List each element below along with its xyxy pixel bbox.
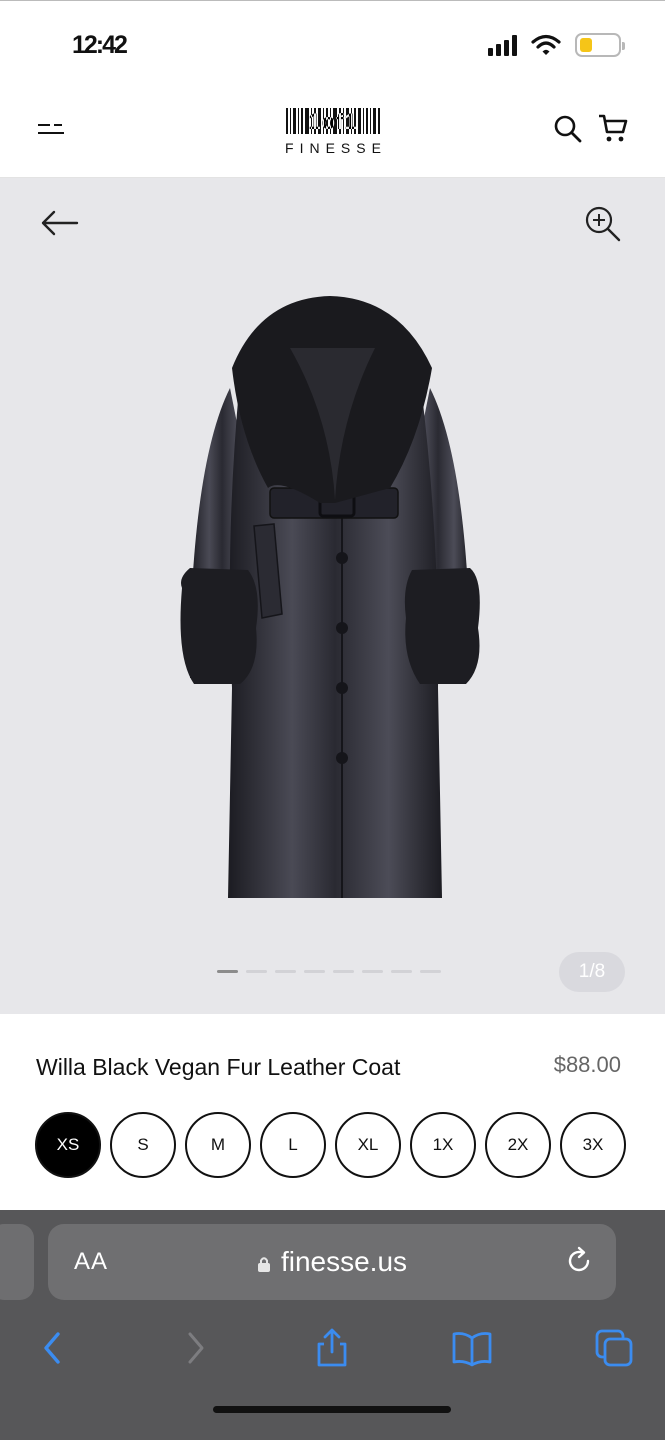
size-option-m[interactable]: M bbox=[185, 1112, 251, 1178]
zoom-in-icon[interactable] bbox=[583, 204, 623, 244]
size-option-3x[interactable]: 3X bbox=[560, 1112, 626, 1178]
status-time: 12:42 bbox=[72, 31, 128, 59]
home-indicator bbox=[213, 1406, 451, 1413]
url-text: finesse.us bbox=[280, 1246, 408, 1277]
cellular-signal-icon bbox=[488, 34, 517, 56]
forward-icon[interactable] bbox=[176, 1328, 216, 1368]
battery-icon bbox=[575, 33, 625, 57]
size-option-xs[interactable]: XS bbox=[35, 1112, 101, 1178]
size-option-2x[interactable]: 2X bbox=[485, 1112, 551, 1178]
product-title: Willa Black Vegan Fur Leather Coat bbox=[36, 1054, 401, 1080]
pagination-dot[interactable] bbox=[304, 970, 325, 973]
size-option-1x[interactable]: 1X bbox=[410, 1112, 476, 1178]
gallery-back-arrow-icon[interactable] bbox=[40, 208, 80, 238]
cart-icon[interactable] bbox=[597, 112, 629, 144]
size-option-xl[interactable]: XL bbox=[335, 1112, 401, 1178]
wifi-icon bbox=[531, 34, 561, 55]
size-selector: XS S M L XL 1X 2X 3X bbox=[35, 1112, 626, 1178]
product-gallery[interactable]: 1/8 bbox=[0, 178, 665, 1014]
product-info: Willa Black Vegan Fur Leather Coat $88.0… bbox=[0, 1014, 665, 1210]
logo-barcode: 1of1 bbox=[266, 108, 400, 134]
pagination-dot[interactable] bbox=[420, 970, 441, 973]
site-header: 1of1 FINESSE bbox=[0, 90, 665, 178]
product-image-coat[interactable] bbox=[170, 288, 490, 908]
status-icons bbox=[488, 33, 625, 57]
logo-barcode-text: 1of1 bbox=[308, 109, 358, 134]
pagination-dot[interactable] bbox=[391, 970, 412, 973]
reload-icon[interactable] bbox=[564, 1246, 594, 1276]
address-bar[interactable]: AA finesse.us bbox=[48, 1224, 616, 1300]
url-display[interactable]: finesse.us bbox=[48, 1246, 616, 1278]
image-counter: 1/8 bbox=[559, 952, 625, 992]
back-icon[interactable] bbox=[34, 1328, 74, 1368]
size-option-s[interactable]: S bbox=[110, 1112, 176, 1178]
menu-icon[interactable] bbox=[34, 116, 68, 146]
browser-toolbar bbox=[0, 1320, 665, 1376]
pagination-dot[interactable] bbox=[333, 970, 354, 973]
gallery-pagination-dots bbox=[217, 970, 441, 973]
tabs-icon[interactable] bbox=[594, 1328, 634, 1368]
share-icon[interactable] bbox=[312, 1328, 352, 1368]
search-icon[interactable] bbox=[553, 114, 583, 144]
pagination-dot[interactable] bbox=[217, 970, 238, 973]
site-logo[interactable]: 1of1 FINESSE bbox=[266, 108, 400, 156]
lock-icon bbox=[257, 1257, 270, 1272]
browser-bottom-bar: AA finesse.us bbox=[0, 1210, 665, 1440]
status-bar: 12:42 bbox=[0, 0, 665, 90]
previous-tab-peek[interactable] bbox=[0, 1224, 34, 1300]
product-price: $88.00 bbox=[553, 1052, 621, 1077]
bookmarks-icon[interactable] bbox=[452, 1328, 492, 1368]
pagination-dot[interactable] bbox=[246, 970, 267, 973]
size-option-l[interactable]: L bbox=[260, 1112, 326, 1178]
pagination-dot[interactable] bbox=[362, 970, 383, 973]
logo-word: FINESSE bbox=[285, 140, 387, 156]
pagination-dot[interactable] bbox=[275, 970, 296, 973]
